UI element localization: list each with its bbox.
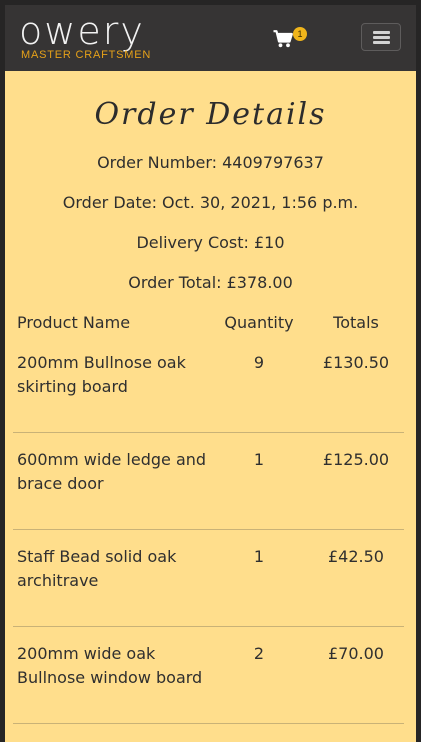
product-quantity: 9 [253,353,265,372]
product-quantity: 1 [253,547,265,566]
row-divider [13,626,404,627]
product-quantity: 1 [253,450,265,469]
brand-wordmark: owery [19,9,145,53]
order-total: Order Total: £378.00 [128,273,293,292]
brand-tagline: MASTER CRAFTSMEN [21,49,152,61]
product-total: £125.00 [322,450,390,469]
cart-button[interactable]: 1 [273,27,307,51]
hamburger-menu-icon [373,31,390,34]
menu-toggle-button[interactable] [361,23,401,51]
delivery-cost: Delivery Cost: £10 [136,233,285,252]
product-name: 600mm wide ledge and brace door [17,450,207,493]
hamburger-menu-icon [373,36,390,39]
column-header-quantity: Quantity [224,313,294,332]
product-quantity: 2 [253,644,265,663]
row-divider [13,432,404,433]
cart-icon [273,30,293,48]
brand-logo[interactable]: owery MASTER CRAFTSMEN [19,11,151,61]
page-title: Order Details [94,97,327,132]
row-divider [13,723,404,724]
column-header-product-name: Product Name [17,313,131,332]
hamburger-menu-icon [373,41,390,44]
product-total: £42.50 [328,547,384,566]
order-number: Order Number: 4409797637 [97,153,324,172]
row-divider [13,529,404,530]
product-total: £70.00 [328,644,384,663]
product-total: £130.50 [322,353,390,372]
product-name: 200mm Bullnose oak skirting board [17,353,186,396]
top-navbar: owery MASTER CRAFTSMEN 1 [5,5,416,71]
column-header-totals: Totals [333,313,379,332]
order-date: Order Date: Oct. 30, 2021, 1:56 p.m. [62,193,359,212]
product-name: Staff Bead solid oak architrave [17,547,177,590]
order-details-panel: Order Details Order Number: 4409797637 O… [5,71,416,742]
cart-count-badge: 1 [293,27,307,41]
product-name: 200mm wide oak Bullnose window board [17,644,203,687]
